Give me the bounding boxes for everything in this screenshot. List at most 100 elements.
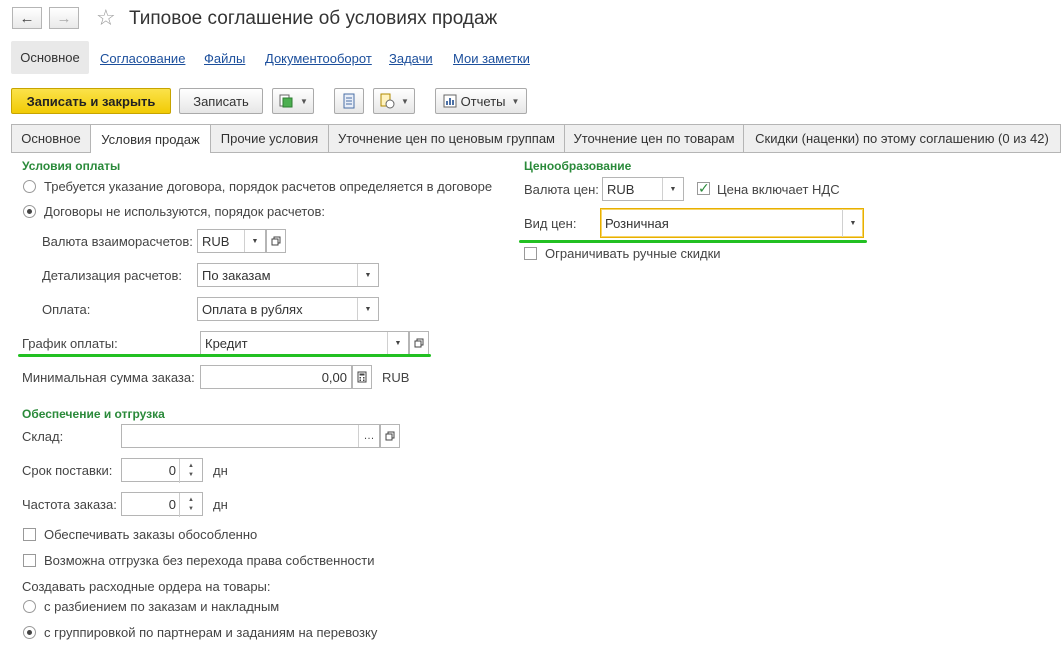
open-window-icon [271,236,281,246]
min-sum-currency: RUB [382,370,410,385]
open-window-icon [385,431,395,441]
payment-field[interactable]: Оплата в рублях ▼ [197,297,379,321]
chevron-down-icon: ▼ [401,96,409,106]
currency-label: Валюта взаиморасчетов: [42,234,193,249]
chevron-down-icon[interactable]: ▼ [842,209,863,237]
nav-link-approval[interactable]: Согласование [100,51,185,66]
price-currency-label: Валюта цен: [524,182,599,197]
chevron-down-icon[interactable]: ▼ [662,178,683,200]
list-icon [343,93,355,109]
radio-split-orders-label: с разбиением по заказам и накладным [44,599,280,614]
min-sum-value: 0,00 [321,369,347,385]
detail-field[interactable]: По заказам ▼ [197,263,379,287]
freq-value: 0 [168,496,176,512]
nav-link-files[interactable]: Файлы [204,51,245,66]
freq-unit: дн [213,497,228,512]
schedule-label: График оплаты: [22,336,118,351]
chevron-down-icon[interactable]: ▼ [357,264,378,286]
term-label: Срок поставки: [22,463,113,478]
radio-group-partners[interactable] [23,626,36,639]
calculator-button[interactable] [352,365,372,389]
detail-label: Детализация расчетов: [42,268,182,283]
nav-link-tasks[interactable]: Задачи [389,51,433,66]
price-type-label: Вид цен: [524,216,577,231]
payment-label: Оплата: [42,302,91,317]
price-currency-value: RUB [607,181,635,197]
tab-main[interactable]: Основное [11,124,91,152]
checkbox-price-includes-vat[interactable]: ✓ [697,181,710,195]
freq-label: Частота заказа: [22,497,117,512]
arrow-right-icon: → [56,9,72,27]
documents-icon [279,94,293,108]
term-unit: дн [213,463,228,478]
tab-price-products[interactable]: Уточнение цен по товарам [564,124,744,152]
warehouse-field[interactable]: … [121,424,380,448]
favorite-star-icon[interactable]: ☆ [96,5,116,31]
orders-label: Создавать расходные ордера на товары: [22,579,271,594]
checkbox-price-includes-vat-label: Цена включает НДС [717,182,840,197]
section-shipping: Обеспечение и отгрузка [22,407,165,421]
open-window-icon [414,338,424,348]
reports-label: Отчеты [460,93,506,109]
price-type-value: Розничная [605,215,669,231]
radio-contract-required[interactable] [23,180,36,193]
save-button[interactable]: Записать [179,88,263,114]
arrow-left-icon: ← [19,9,35,27]
open-button[interactable] [409,331,429,355]
save-and-close-button[interactable]: Записать и закрыть [11,88,171,114]
tab-price-groups[interactable]: Уточнение цен по ценовым группам [328,124,565,152]
document-clock-icon [380,93,395,109]
settlement-currency-field[interactable]: RUB ▼ [197,229,266,253]
page-title: Типовое соглашение об условиях продаж [129,8,498,29]
section-pricing: Ценообразование [524,159,632,173]
open-button[interactable] [266,229,286,253]
checkbox-separate-orders-label: Обеспечивать заказы обособленно [44,527,258,542]
select-ellipsis-icon[interactable]: … [358,425,379,447]
reports-button[interactable]: Отчеты ▼ [435,88,527,114]
chevron-down-icon[interactable]: ▼ [387,332,408,354]
tab-sales-terms[interactable]: Условия продаж [90,124,211,153]
checkbox-shipment-no-ownership-label: Возможна отгрузка без перехода права соб… [44,553,375,568]
calculator-icon [357,371,367,383]
tab-discounts[interactable]: Скидки (наценки) по этому соглашению (0 … [743,124,1061,152]
stepper-arrows-icon[interactable]: ▲ ▼ [179,493,202,517]
back-button[interactable]: ← [12,7,42,29]
list-button[interactable] [334,88,364,114]
freq-stepper[interactable]: 0 ▲ ▼ [121,492,203,517]
nav-main[interactable]: Основное [11,41,89,74]
radio-group-partners-label: с группировкой по партнерам и заданиям н… [44,625,378,640]
radio-no-contracts[interactable] [23,205,36,218]
tab-other-terms[interactable]: Прочие условия [210,124,329,152]
forward-button[interactable]: → [49,7,79,29]
chevron-down-icon[interactable]: ▼ [357,298,378,320]
detail-value: По заказам [202,267,271,283]
checkbox-separate-orders[interactable] [23,528,36,541]
chevron-down-icon: ▼ [300,96,308,106]
checkbox-shipment-no-ownership[interactable] [23,554,36,567]
highlight-underline [519,240,867,243]
warehouse-label: Склад: [22,429,64,444]
min-sum-field[interactable]: 0,00 [200,365,352,389]
chevron-down-icon: ▼ [511,96,520,106]
price-currency-field[interactable]: RUB ▼ [602,177,684,201]
price-type-field[interactable]: Розничная ▼ [600,208,864,238]
radio-contract-required-label: Требуется указание договора, порядок рас… [44,179,493,194]
schedule-field[interactable]: Кредит ▼ [200,331,409,355]
settlement-currency-value: RUB [202,233,230,249]
open-button[interactable] [380,424,400,448]
term-stepper[interactable]: 0 ▲ ▼ [121,458,203,483]
min-sum-label: Минимальная сумма заказа: [22,370,195,385]
payment-value: Оплата в рублях [202,301,303,317]
chevron-down-icon[interactable]: ▼ [244,230,265,252]
attachments-button[interactable]: ▼ [373,88,415,114]
highlight-underline [18,354,431,357]
checkbox-limit-discounts-label: Ограничивать ручные скидки [545,246,721,261]
section-payment-terms: Условия оплаты [22,159,121,173]
radio-split-orders[interactable] [23,600,36,613]
nav-link-notes[interactable]: Мои заметки [453,51,530,66]
nav-link-docflow[interactable]: Документооборот [265,51,372,66]
stepper-arrows-icon[interactable]: ▲ ▼ [179,459,202,483]
create-based-on-button[interactable]: ▼ [272,88,314,114]
schedule-value: Кредит [205,335,248,351]
checkbox-limit-discounts[interactable] [524,247,537,260]
